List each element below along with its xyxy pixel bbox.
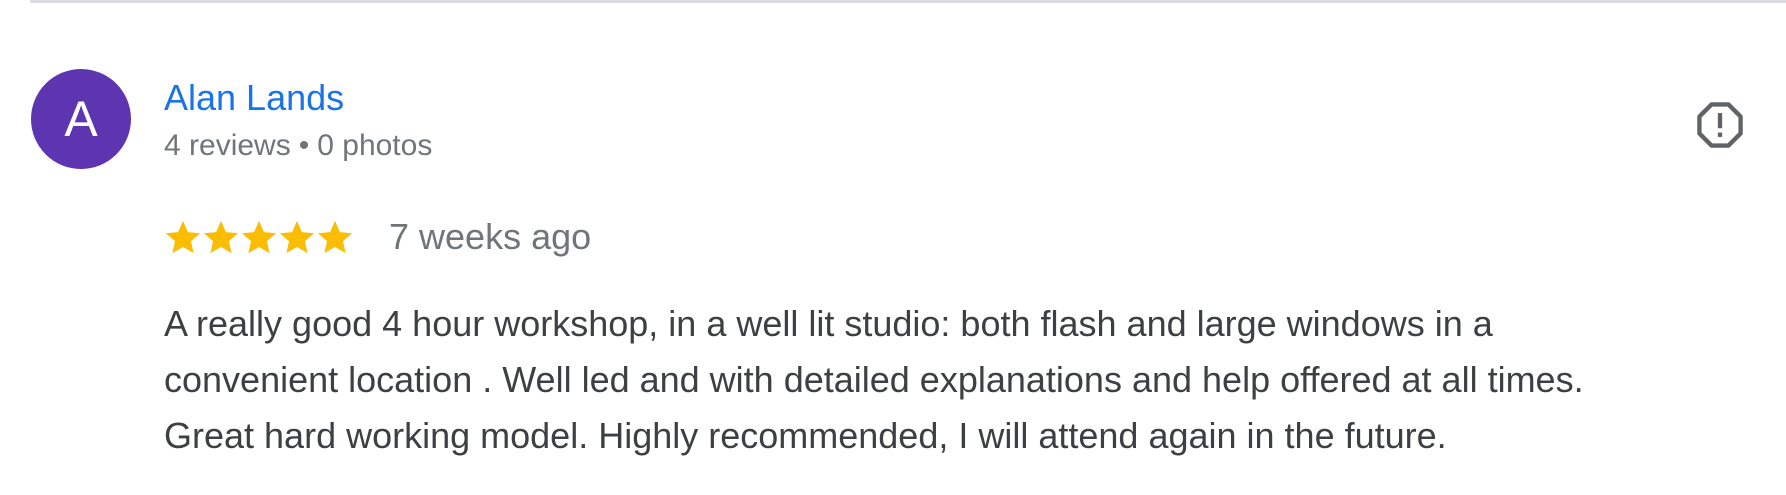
star-rating (164, 218, 354, 256)
meta-separator: • (298, 129, 310, 162)
flag-icon[interactable] (1694, 99, 1746, 151)
star-icon (203, 220, 239, 254)
avatar[interactable]: A (31, 69, 131, 169)
rating-row (164, 214, 354, 260)
author-review-count: 4 reviews (164, 129, 291, 162)
author-meta: 4 reviews • 0 photos (164, 126, 432, 166)
star-icon (317, 220, 353, 254)
star-icon (279, 220, 315, 254)
review-date: 7 weeks ago (389, 216, 592, 257)
review-text: A really good 4 hour workshop, in a well… (164, 296, 1764, 464)
avatar-initial: A (64, 91, 98, 147)
review-card: A Alan Lands 4 reviews • 0 photos 7 weeks … (0, 0, 1786, 495)
review-text-line: A really good 4 hour workshop, in a well… (164, 303, 1493, 344)
review-text-line: Great hard working model. Highly recomme… (164, 415, 1447, 456)
review-text-line: convenient location . Well led and with … (164, 359, 1584, 400)
author-name-link[interactable]: Alan Lands (164, 76, 344, 120)
star-icon (165, 220, 201, 254)
star-icon (241, 220, 277, 254)
author-photo-count: 0 photos (317, 129, 433, 162)
